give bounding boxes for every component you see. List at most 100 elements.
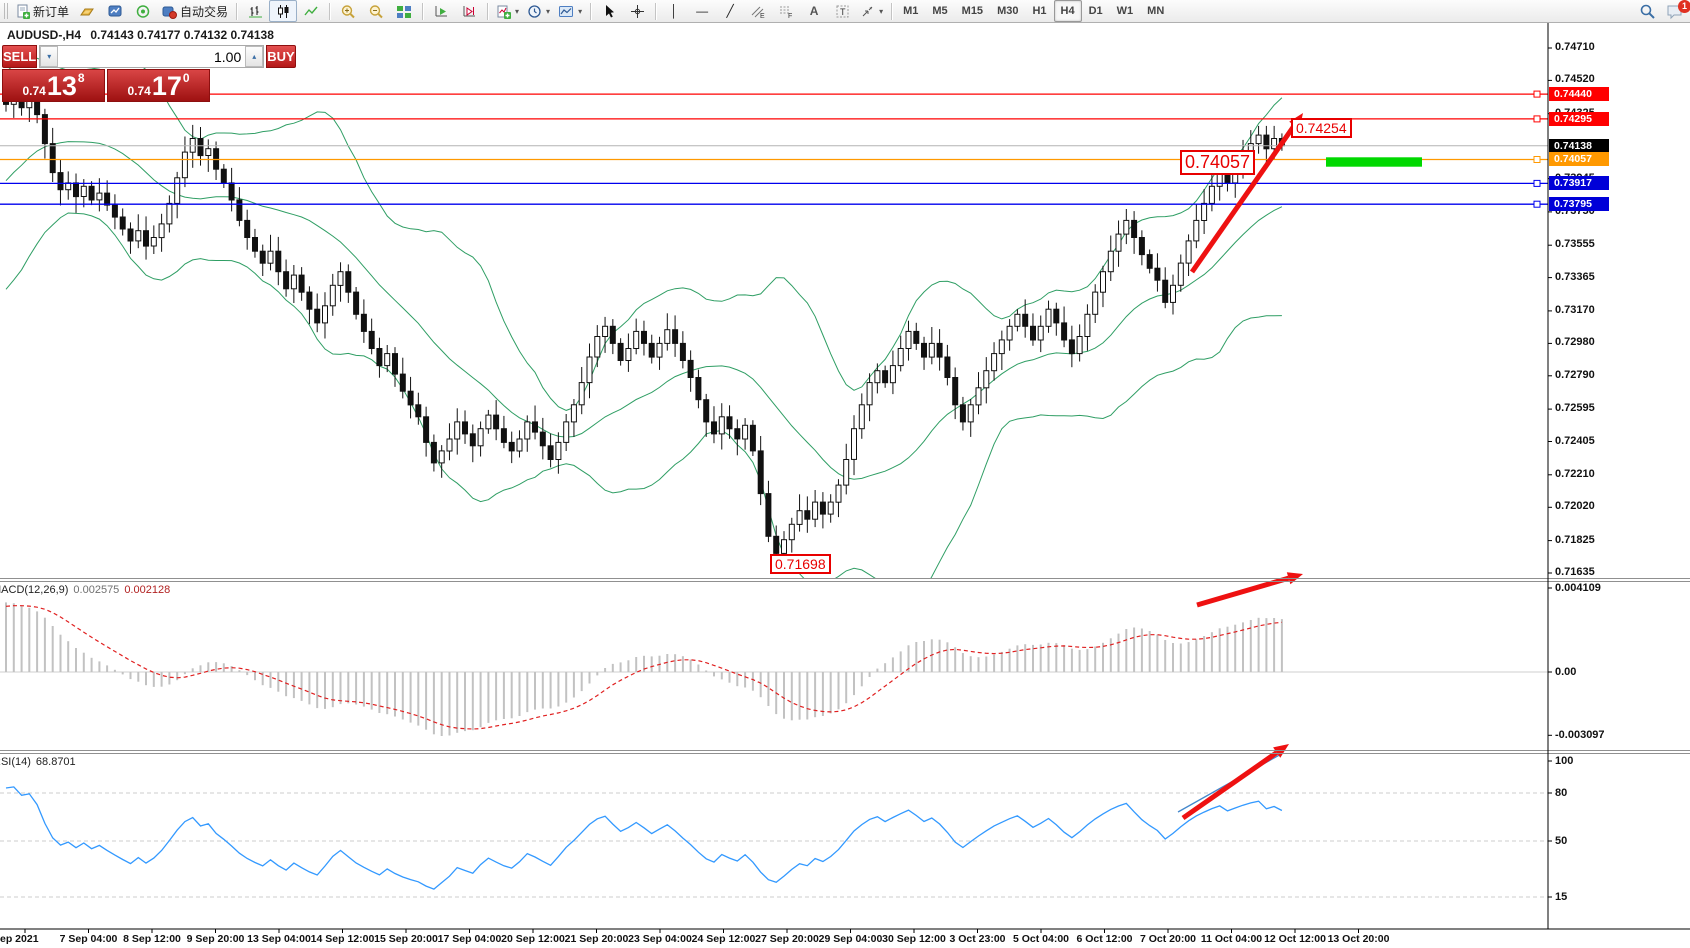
auto-trading-icon bbox=[161, 4, 177, 19]
mql5-community-button[interactable] bbox=[101, 0, 129, 22]
annotation-low-price[interactable]: 0.71698 bbox=[770, 554, 831, 574]
trendline-tool-button[interactable]: ╱ bbox=[716, 0, 744, 22]
new-order-label: 新订单 bbox=[33, 3, 69, 20]
candlestick-mode-button[interactable] bbox=[269, 0, 297, 22]
tile-windows-button[interactable] bbox=[390, 0, 418, 22]
time-tick: 13 Sep 04:00 bbox=[247, 933, 311, 945]
timeframe-H1[interactable]: H1 bbox=[1025, 0, 1053, 22]
text-tool-button[interactable]: A bbox=[800, 0, 828, 22]
macd-tick: 0.004109 bbox=[1555, 582, 1601, 594]
zoom-out-icon bbox=[368, 4, 384, 19]
line-chart-mode-button[interactable] bbox=[297, 0, 325, 22]
cursor-tool-button[interactable] bbox=[595, 0, 623, 22]
text-label-icon: T bbox=[835, 4, 850, 19]
rsi-tick: 80 bbox=[1555, 787, 1567, 799]
signals-icon bbox=[135, 4, 151, 19]
text-icon: A bbox=[810, 5, 819, 17]
timeframe-D1[interactable]: D1 bbox=[1082, 0, 1110, 22]
price-tick: 0.72790 bbox=[1555, 369, 1595, 381]
timeframe-MN[interactable]: MN bbox=[1140, 0, 1171, 22]
time-tick: 12 Oct 12:00 bbox=[1264, 933, 1326, 945]
notifications-button[interactable]: 1 bbox=[1666, 4, 1684, 20]
toolbar-grip[interactable] bbox=[4, 3, 9, 19]
sell-quote[interactable]: 0.74 13 8 bbox=[2, 69, 105, 102]
price-tick: 0.72210 bbox=[1555, 468, 1595, 480]
templates-button[interactable]: ▾ bbox=[554, 0, 586, 22]
time-tick: 9 Sep 20:00 bbox=[187, 933, 245, 945]
new-order-button[interactable]: 新订单 bbox=[11, 0, 73, 22]
timeframe-H4[interactable]: H4 bbox=[1054, 0, 1082, 22]
chart-symbol: AUDUSD-,H4 bbox=[7, 28, 81, 42]
chart-title: AUDUSD-,H4 0.74143 0.74177 0.74132 0.741… bbox=[7, 28, 274, 42]
timeframe-buttons: M1M5M15M30H1H4D1W1MN bbox=[896, 0, 1171, 22]
clock-icon bbox=[527, 4, 542, 19]
fibonacci-tool-button[interactable]: F bbox=[772, 0, 800, 22]
auto-trading-button[interactable]: 自动交易 bbox=[157, 0, 232, 22]
svg-text:E: E bbox=[760, 13, 765, 19]
new-order-icon bbox=[15, 4, 30, 19]
timeframe-W1[interactable]: W1 bbox=[1110, 0, 1141, 22]
annotation-mid-price[interactable]: 0.74057 bbox=[1180, 150, 1255, 175]
rsi-tick: 50 bbox=[1555, 835, 1567, 847]
auto-scroll-button[interactable] bbox=[427, 0, 455, 22]
time-tick: 20 Sep 12:00 bbox=[501, 933, 565, 945]
one-click-trade-panel: SELL ▾ ▴ BUY 0.74 13 8 0.74 17 0 bbox=[2, 45, 210, 102]
separator bbox=[655, 3, 656, 20]
price-tick: 0.73555 bbox=[1555, 238, 1595, 250]
buy-quote[interactable]: 0.74 17 0 bbox=[107, 69, 210, 102]
gold-button[interactable] bbox=[73, 0, 101, 22]
sell-price-sup: 8 bbox=[78, 71, 85, 85]
sell-button[interactable]: SELL bbox=[2, 45, 37, 68]
sell-price-big: 13 bbox=[47, 73, 77, 100]
rsi-name: RSI(14) bbox=[0, 756, 31, 768]
equidistant-channel-icon: E bbox=[750, 4, 766, 19]
macd-main-value: 0.002575 bbox=[73, 584, 119, 596]
separator bbox=[422, 3, 423, 20]
timeframe-M30[interactable]: M30 bbox=[990, 0, 1025, 22]
rsi-value: 68.8701 bbox=[36, 756, 76, 768]
price-tick: 0.71635 bbox=[1555, 566, 1595, 578]
timeframe-M5[interactable]: M5 bbox=[925, 0, 954, 22]
vertical-line-icon: │ bbox=[670, 5, 678, 17]
signals-button[interactable] bbox=[129, 0, 157, 22]
zoom-in-icon bbox=[340, 4, 356, 19]
zoom-in-button[interactable] bbox=[334, 0, 362, 22]
time-tick: 5 Oct 04:00 bbox=[1013, 933, 1069, 945]
indicators-button[interactable]: ▾ bbox=[492, 0, 523, 22]
price-tick: 0.71825 bbox=[1555, 534, 1595, 546]
crosshair-tool-button[interactable] bbox=[623, 0, 651, 22]
volume-input[interactable] bbox=[58, 46, 245, 67]
macd-name: MACD(12,26,9) bbox=[0, 584, 68, 596]
svg-text:F: F bbox=[788, 13, 792, 19]
separator bbox=[590, 3, 591, 20]
periods-button[interactable]: ▾ bbox=[523, 0, 554, 22]
text-label-tool-button[interactable]: T bbox=[828, 0, 856, 22]
equidistant-channel-tool-button[interactable]: E bbox=[744, 0, 772, 22]
arrows-caret: ▾ bbox=[879, 7, 883, 16]
zoom-out-button[interactable] bbox=[362, 0, 390, 22]
separator bbox=[891, 3, 892, 20]
time-tick: 24 Sep 12:00 bbox=[692, 933, 756, 945]
time-tick: 8 Sep 12:00 bbox=[123, 933, 181, 945]
rsi-pane-label: RSI(14) 68.8701 bbox=[0, 756, 76, 768]
timeframe-M15[interactable]: M15 bbox=[955, 0, 990, 22]
sell-price-prefix: 0.74 bbox=[22, 84, 45, 98]
chart-shift-button[interactable] bbox=[455, 0, 483, 22]
volume-increase-button[interactable]: ▴ bbox=[245, 46, 263, 67]
search-icon[interactable] bbox=[1639, 3, 1656, 20]
vertical-line-tool-button[interactable]: │ bbox=[660, 0, 688, 22]
annotation-high-price[interactable]: 0.74254 bbox=[1291, 118, 1352, 138]
svg-text:T: T bbox=[840, 7, 846, 17]
indicators-icon bbox=[496, 4, 511, 19]
timeframe-M1[interactable]: M1 bbox=[896, 0, 925, 22]
bar-chart-mode-button[interactable] bbox=[241, 0, 269, 22]
time-tick: 17 Sep 04:00 bbox=[438, 933, 502, 945]
fibonacci-icon: F bbox=[778, 4, 794, 19]
volume-decrease-button[interactable]: ▾ bbox=[40, 46, 58, 67]
macd-tick: 0.00 bbox=[1555, 666, 1576, 678]
time-tick: 21 Sep 20:00 bbox=[565, 933, 629, 945]
arrows-tool-button[interactable]: ▾ bbox=[856, 0, 887, 22]
horizontal-line-tool-button[interactable]: — bbox=[688, 0, 716, 22]
buy-button[interactable]: BUY bbox=[266, 45, 295, 68]
price-tick: 0.73170 bbox=[1555, 304, 1595, 316]
